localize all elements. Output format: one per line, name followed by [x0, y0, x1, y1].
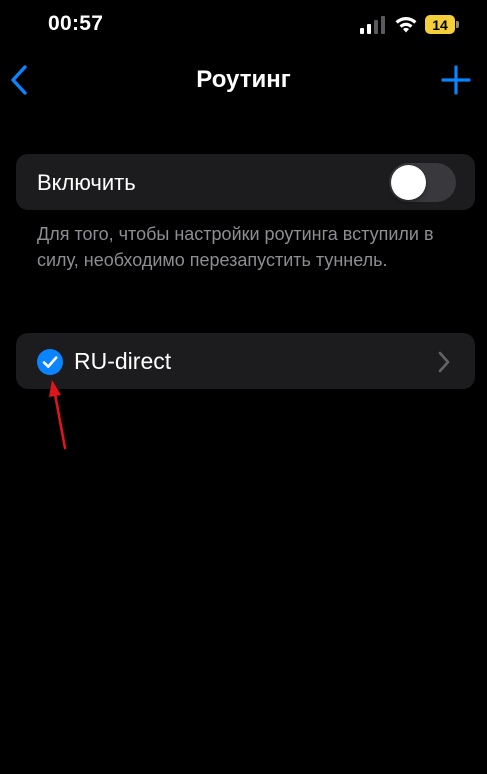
restart-tunnel-hint: Для того, чтобы настройки роутинга вступ…: [37, 224, 434, 270]
cellular-signal-icon: [360, 16, 385, 34]
battery-cap: [456, 21, 459, 28]
checkmark-circle-icon[interactable]: [37, 349, 63, 375]
status-time: 00:57: [48, 12, 104, 35]
page-title: Роутинг: [196, 66, 291, 93]
enable-label: Включить: [37, 170, 136, 195]
toggle-knob: [391, 165, 426, 200]
red-arrow-icon: [49, 380, 67, 450]
route-item-ru-direct[interactable]: RU-direct: [16, 333, 475, 389]
battery-body: 14: [425, 15, 455, 34]
enable-toggle[interactable]: [389, 163, 456, 202]
battery-level: 14: [432, 16, 448, 33]
plus-icon[interactable]: [440, 64, 472, 96]
battery-icon: 14: [425, 15, 461, 35]
wifi-icon: [395, 17, 417, 33]
status-bar: 00:57 14: [0, 0, 487, 52]
enable-routing-row: Включить: [16, 154, 475, 210]
route-label: RU-direct: [74, 348, 172, 374]
chevron-right-icon: [438, 351, 450, 373]
